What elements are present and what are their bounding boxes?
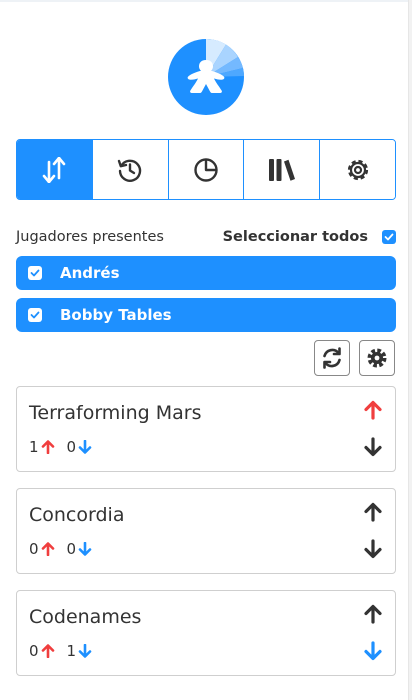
game-card: Terraforming Mars 1 0	[16, 386, 396, 472]
tab-history[interactable]	[92, 140, 169, 199]
sort-arrows-icon	[43, 156, 66, 183]
game-name: Terraforming Mars	[29, 402, 202, 424]
players-title: Jugadores presentes	[16, 229, 164, 245]
vote-counts: 0 0	[29, 540, 92, 558]
game-name: Concordia	[29, 504, 125, 526]
tab-settings[interactable]	[320, 140, 395, 199]
downvote-button[interactable]	[362, 640, 384, 662]
top-edge	[0, 0, 412, 2]
gear-icon	[347, 159, 368, 180]
select-all[interactable]: Seleccionar todos	[223, 229, 396, 245]
player-name: Andrés	[60, 264, 120, 282]
game-name: Codenames	[29, 606, 142, 628]
player-checkbox[interactable]	[28, 308, 42, 322]
upvote-button[interactable]	[362, 501, 384, 523]
arrow-up-icon	[364, 604, 382, 624]
tab-sort[interactable]	[17, 140, 93, 199]
pie-chart-icon	[194, 157, 218, 182]
arrow-up-icon	[41, 440, 54, 454]
up-count: 1	[29, 438, 39, 456]
arrow-down-icon	[364, 539, 382, 559]
select-all-label: Seleccionar todos	[222, 229, 368, 245]
down-count: 1	[66, 642, 77, 660]
downvote-button[interactable]	[362, 538, 384, 560]
books-icon	[268, 158, 295, 181]
check-icon	[384, 233, 394, 241]
player-toggle[interactable]: Andrés	[16, 256, 396, 290]
gear-icon	[367, 348, 387, 368]
down-count: 0	[66, 438, 77, 456]
game-card: Codenames 0 1	[16, 590, 396, 676]
vote-counts: 0 1	[29, 642, 92, 660]
refresh-button[interactable]	[314, 340, 350, 376]
up-count: 0	[29, 540, 39, 558]
game-card: Concordia 0 0	[16, 488, 396, 574]
scrollbar[interactable]	[408, 0, 412, 700]
arrow-down-icon	[78, 440, 92, 454]
arrow-down-icon	[78, 644, 92, 658]
arrow-up-icon	[41, 542, 54, 556]
up-count: 0	[29, 642, 39, 660]
select-all-checkbox[interactable]	[382, 230, 396, 244]
down-count: 0	[66, 540, 77, 558]
settings-button[interactable]	[359, 340, 395, 376]
players-header: Jugadores presentes Seleccionar todos	[16, 226, 396, 248]
upvote-button[interactable]	[362, 603, 384, 625]
player-checkbox[interactable]	[28, 266, 42, 280]
app-logo	[168, 38, 244, 115]
arrow-up-icon	[364, 400, 382, 420]
main-nav	[16, 139, 396, 200]
tab-stats[interactable]	[168, 140, 245, 199]
player-name: Bobby Tables	[60, 306, 172, 324]
history-icon	[117, 159, 142, 182]
check-icon	[30, 311, 40, 319]
tab-library[interactable]	[244, 140, 321, 199]
player-toggle[interactable]: Bobby Tables	[16, 298, 396, 332]
arrow-down-icon	[78, 542, 92, 556]
vote-counts: 1 0	[29, 438, 92, 456]
arrow-up-icon	[364, 502, 382, 522]
downvote-button[interactable]	[362, 436, 384, 458]
arrow-up-icon	[41, 644, 54, 658]
check-icon	[30, 269, 40, 277]
refresh-icon	[323, 347, 341, 369]
arrow-down-icon	[364, 641, 382, 661]
arrow-down-icon	[364, 437, 382, 457]
upvote-button[interactable]	[362, 399, 384, 421]
